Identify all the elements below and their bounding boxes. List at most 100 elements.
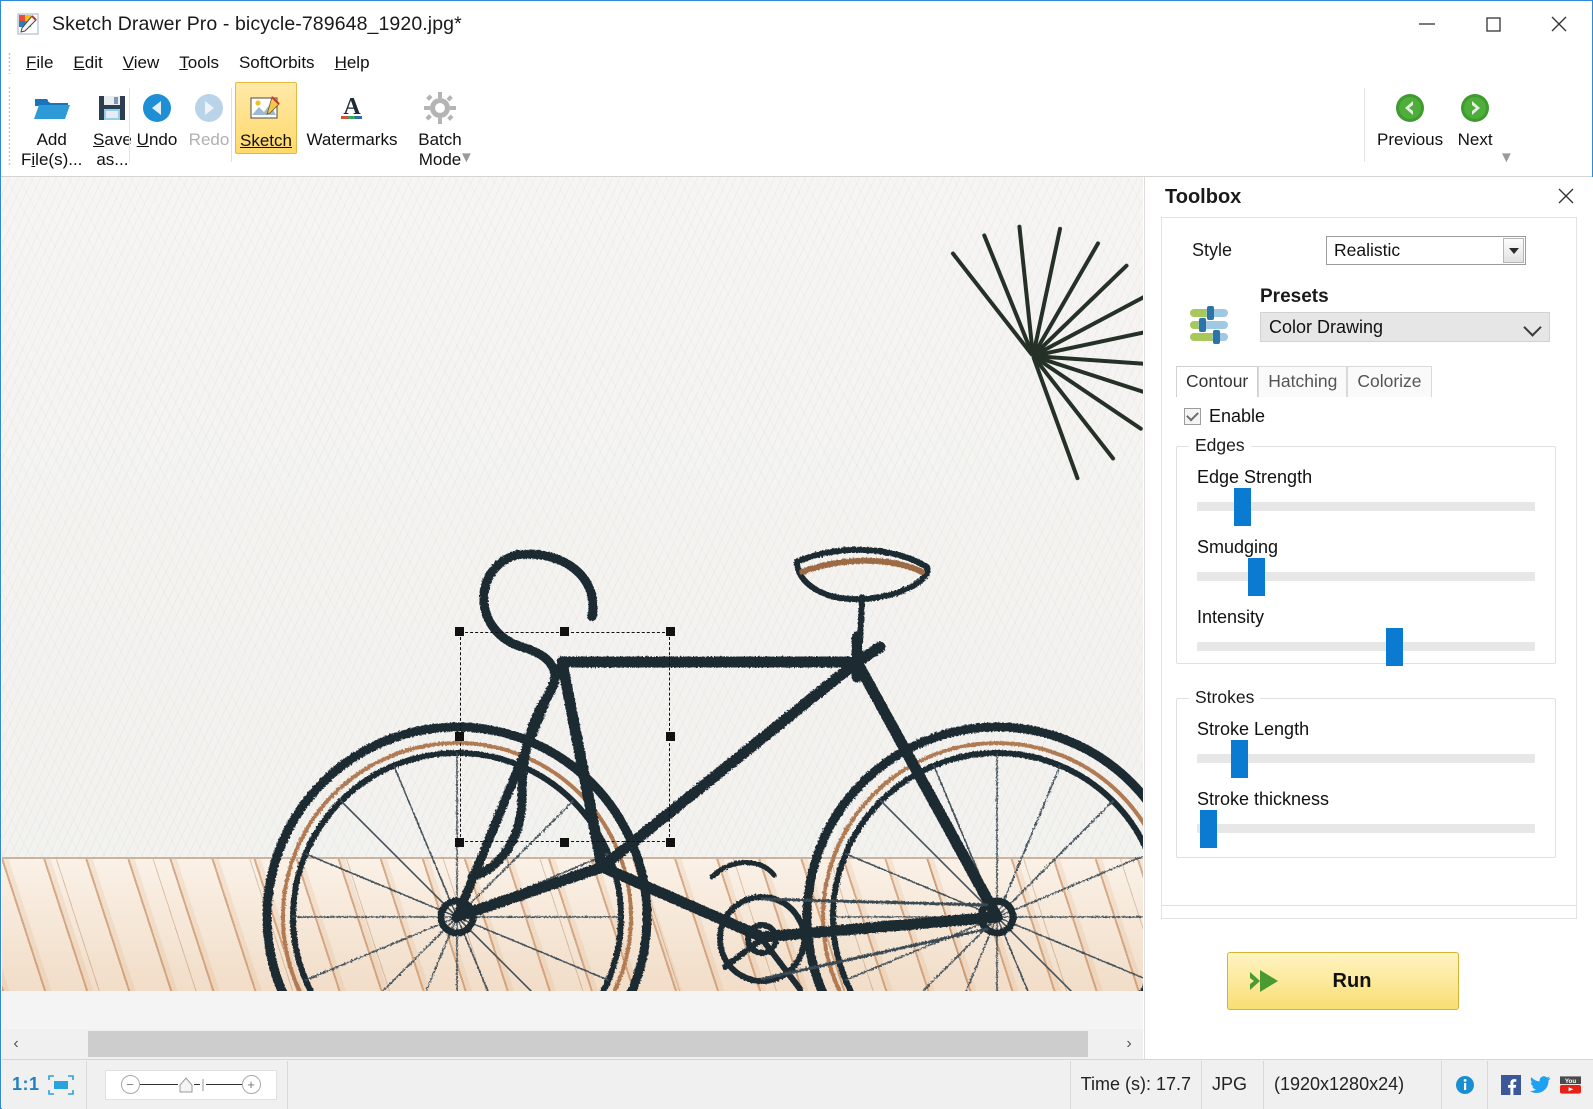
menu-view-rest: iew <box>133 52 160 72</box>
zoom-status-cell: 1:1 <box>2 1060 87 1109</box>
smudging-slider[interactable] <box>1197 558 1535 596</box>
style-select[interactable]: Realistic <box>1326 236 1526 265</box>
menu-softorbits[interactable]: SoftOrbits <box>229 51 325 75</box>
facebook-icon[interactable] <box>1500 1074 1521 1095</box>
selection-handle-middle-left[interactable] <box>455 732 464 741</box>
undo-button[interactable]: Undo <box>131 82 183 152</box>
maximize-button[interactable] <box>1460 1 1526 47</box>
info-icon[interactable] <box>1455 1075 1475 1095</box>
minimize-button[interactable] <box>1394 1 1460 47</box>
redo-button: Redo <box>183 82 235 152</box>
social-links: You <box>1488 1061 1593 1109</box>
save-as-label: Save as... <box>93 130 132 169</box>
run-button[interactable]: Run <box>1227 952 1459 1010</box>
info-status[interactable] <box>1442 1060 1488 1109</box>
tab-hatching[interactable]: Hatching <box>1258 366 1348 397</box>
tab-colorize[interactable]: Colorize <box>1347 366 1432 397</box>
toolbar-grip <box>8 86 11 166</box>
stroke-thickness-track[interactable] <box>1197 824 1535 833</box>
intensity-thumb[interactable] <box>1386 628 1404 666</box>
previous-button[interactable]: Previous <box>1373 82 1447 152</box>
selection-handle-middle-right[interactable] <box>666 732 675 741</box>
style-row: Style Realistic <box>1176 236 1562 265</box>
redo-icon <box>192 88 226 128</box>
enable-checkbox-row[interactable]: Enable <box>1184 406 1265 427</box>
image-canvas[interactable] <box>2 177 1143 1029</box>
gear-icon <box>423 88 457 128</box>
scrollbar-thumb[interactable] <box>88 1031 1088 1057</box>
menu-edit[interactable]: Edit <box>63 51 112 75</box>
dimensions-status: (1920x1280x24) <box>1264 1060 1442 1109</box>
run-label: Run <box>1332 969 1372 992</box>
selection-outline <box>460 632 670 842</box>
redo-label: Redo <box>188 130 230 149</box>
presets-sliders-icon <box>1186 300 1234 348</box>
zoom-out-button[interactable]: − <box>120 1075 140 1094</box>
selection-handle-top-right[interactable] <box>666 627 675 636</box>
svg-text:You: You <box>1565 1078 1576 1085</box>
style-dropdown-arrow-icon[interactable] <box>1503 238 1524 263</box>
youtube-icon[interactable]: You <box>1560 1074 1581 1095</box>
zoom-in-button[interactable]: + <box>241 1075 261 1094</box>
enable-checkbox[interactable] <box>1184 408 1201 425</box>
selection-handle-bottom-left[interactable] <box>455 838 464 847</box>
menu-help[interactable]: Help <box>325 51 380 75</box>
selection-handle-bottom-center[interactable] <box>560 838 569 847</box>
save-icon <box>95 88 129 128</box>
twitter-icon[interactable] <box>1530 1074 1551 1095</box>
presets-select[interactable]: Color Drawing <box>1260 312 1550 342</box>
menu-file[interactable]: File <box>16 51 63 75</box>
stroke-thickness-thumb[interactable] <box>1200 810 1218 848</box>
intensity-label: Intensity <box>1197 607 1265 627</box>
scroll-left-arrow[interactable]: ‹ <box>2 1029 30 1059</box>
menu-tools-rest: ools <box>187 52 219 72</box>
toolbox-divider <box>1161 905 1577 906</box>
stroke-length-label: Stroke Length <box>1197 719 1310 739</box>
selection-handle-bottom-right[interactable] <box>666 838 675 847</box>
ribbon-expander-effects[interactable]: ▼ <box>459 149 474 166</box>
toolbox-close-icon[interactable] <box>1553 183 1579 209</box>
zoom-track-left[interactable] <box>139 1084 178 1085</box>
sketch-preview-image[interactable] <box>2 177 1143 991</box>
menu-view[interactable]: View <box>113 51 170 75</box>
edge-strength-slider[interactable] <box>1197 488 1535 526</box>
style-label: Style <box>1192 240 1233 260</box>
presets-chevron-down-icon[interactable] <box>1523 318 1542 337</box>
zoom-slider-thumb[interactable] <box>178 1076 194 1094</box>
close-button[interactable] <box>1526 1 1592 47</box>
tab-contour[interactable]: Contour <box>1176 366 1259 397</box>
watermarks-button[interactable]: A Watermarks <box>297 82 407 152</box>
zoom-track-right[interactable] <box>205 1084 242 1085</box>
menu-tools[interactable]: Tools <box>169 51 229 75</box>
ribbon-expander-navigation[interactable]: ▼ <box>1499 149 1514 166</box>
format-label: JPG <box>1212 1074 1248 1094</box>
intensity-slider[interactable] <box>1197 628 1535 666</box>
zoom-slider[interactable]: − + <box>104 1069 277 1100</box>
menu-help-rest: elp <box>346 52 370 72</box>
toolbar-group-effects: Sketch A Watermarks Batch Mode ▼ <box>235 82 474 170</box>
time-label: Time (s): 17.7 <box>1080 1074 1191 1094</box>
group-strokes: Strokes Stroke Length Stroke thickness <box>1176 687 1556 858</box>
stroke-length-slider[interactable] <box>1197 740 1535 778</box>
stroke-length-thumb[interactable] <box>1230 740 1248 778</box>
selection-handle-top-center[interactable] <box>560 627 569 636</box>
scroll-right-arrow[interactable]: › <box>1115 1029 1143 1059</box>
edge-strength-thumb[interactable] <box>1234 488 1252 526</box>
smudging-thumb[interactable] <box>1247 558 1265 596</box>
intensity-track[interactable] <box>1197 642 1535 651</box>
toolbar: Add File(s)... Save as... Undo Redo Sket… <box>1 78 1592 177</box>
scrollbar-track[interactable] <box>30 1029 1115 1059</box>
toolbox-content: Style Realistic Presets Color Drawing Co… <box>1161 217 1577 919</box>
canvas-horizontal-scrollbar[interactable]: ‹ › <box>2 1029 1143 1059</box>
undo-label: Undo <box>136 130 178 149</box>
toolbox-panel: Toolbox Style Realistic Presets Color Dr… <box>1144 177 1593 1059</box>
toolbox-title: Toolbox <box>1165 185 1242 208</box>
add-files-button[interactable]: Add File(s)... <box>17 82 86 172</box>
selection-marquee[interactable] <box>455 627 675 847</box>
time-status: Time (s): 17.7 <box>1069 1060 1202 1109</box>
fit-to-window-icon[interactable] <box>47 1074 74 1095</box>
selection-handle-top-left[interactable] <box>455 627 464 636</box>
next-button[interactable]: Next <box>1447 82 1503 152</box>
sketch-button[interactable]: Sketch <box>235 82 297 154</box>
stroke-thickness-slider[interactable] <box>1197 810 1535 848</box>
